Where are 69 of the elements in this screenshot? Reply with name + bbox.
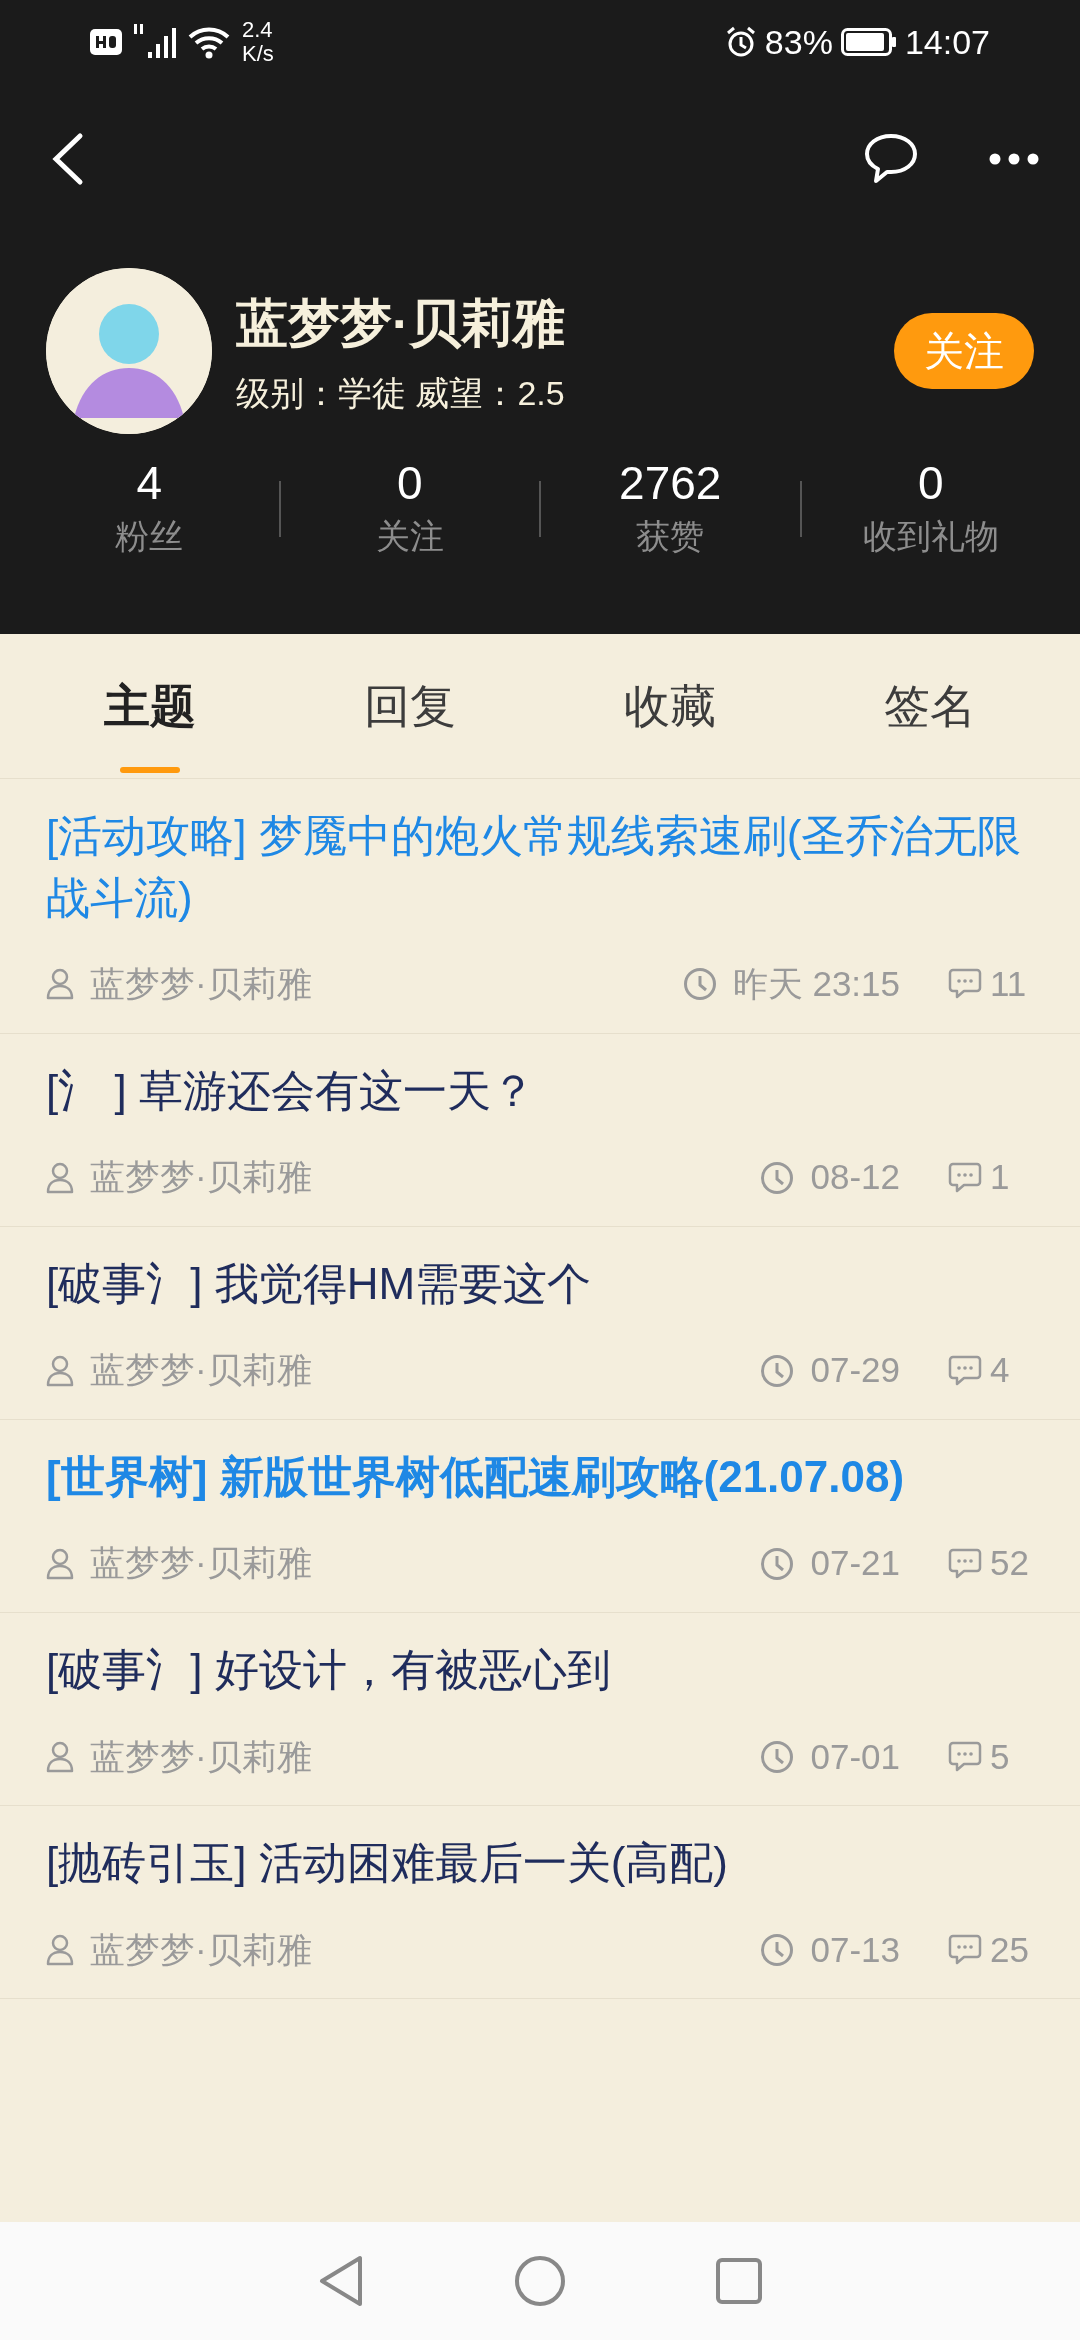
user-level-info: 级别：学徒 威望：2.5 [236, 372, 566, 414]
post-time: 07-21 [810, 1542, 900, 1585]
post-author: 蓝梦梦·贝莉雅 [90, 1542, 312, 1585]
comment-icon [948, 1354, 982, 1387]
stat-value: 0 [917, 456, 944, 511]
post-time: 07-13 [810, 1928, 900, 1971]
user-icon [46, 968, 74, 1001]
reply-count: 1 [990, 1156, 1010, 1199]
battery-icon [840, 28, 897, 56]
username: 蓝梦梦·贝莉雅 [236, 292, 567, 354]
stat-label: 粉丝 [115, 516, 184, 558]
chat-bubble-icon[interactable] [864, 133, 918, 185]
tab[interactable]: 签名 [884, 671, 976, 741]
post-author: 蓝梦梦·贝莉雅 [90, 1156, 312, 1199]
reply-count: 52 [990, 1542, 1029, 1585]
nav-home-icon[interactable] [514, 2255, 566, 2307]
clock-icon [760, 1353, 795, 1388]
post-author: 蓝梦梦·贝莉雅 [90, 963, 312, 1006]
stat-label: 收到礼物 [862, 516, 999, 558]
comment-icon [948, 968, 982, 1001]
user-icon [46, 1547, 74, 1580]
stat-value: 2762 [619, 456, 722, 511]
post-author: 蓝梦梦·贝莉雅 [90, 1349, 312, 1392]
wifi-icon [188, 25, 230, 59]
clock-icon [682, 967, 717, 1002]
comment-icon [948, 1547, 982, 1580]
post-author: 蓝梦梦·贝莉雅 [90, 1735, 312, 1778]
post-title[interactable]: [破事氵] 好设计，有被恶心到 [46, 1638, 1034, 1701]
clock-icon [760, 1932, 795, 1967]
post-time: 07-01 [810, 1735, 900, 1778]
user-icon [46, 1354, 74, 1387]
reply-count: 5 [990, 1735, 1010, 1778]
user-icon [46, 1933, 74, 1966]
clock-icon [760, 1160, 795, 1195]
avatar[interactable] [46, 268, 212, 434]
nav-recents-icon[interactable] [716, 2258, 762, 2304]
post-time: 昨天 23:15 [732, 963, 900, 1006]
reply-count: 11 [990, 963, 1027, 1006]
post-author: 蓝梦梦·贝莉雅 [90, 1928, 312, 1971]
stat-value: 0 [396, 456, 423, 511]
stat-label: 获赞 [636, 516, 705, 558]
stat-value: 4 [136, 456, 163, 511]
post-time: 07-29 [810, 1349, 900, 1392]
post-time: 08-12 [810, 1156, 900, 1199]
comment-icon [948, 1933, 982, 1966]
reply-count: 25 [990, 1928, 1029, 1971]
user-icon [46, 1161, 74, 1194]
hd-icon [90, 29, 122, 55]
comment-icon [948, 1740, 982, 1773]
tab[interactable]: 收藏 [624, 671, 716, 741]
network-speed-unit: K/s [242, 42, 274, 67]
clock-icon [760, 1546, 795, 1581]
reply-count: 4 [990, 1349, 1010, 1392]
tab[interactable]: 主题 [104, 671, 196, 741]
alarm-icon [724, 26, 757, 58]
more-icon[interactable] [988, 152, 1040, 166]
battery-percent: 83% [764, 21, 833, 63]
stat-label: 关注 [375, 516, 444, 558]
post-title[interactable]: [氵 ] 草游还会有这一天？ [46, 1059, 1034, 1122]
comment-icon [948, 1161, 982, 1194]
nav-back-icon[interactable] [318, 2254, 364, 2308]
user-icon [46, 1740, 74, 1773]
post-title[interactable]: [抛砖引玉] 活动困难最后一关(高配) [46, 1832, 1034, 1894]
clock-time: 14:07 [904, 21, 990, 63]
network-speed-value: 2.4 [242, 17, 274, 42]
post-title[interactable]: [破事氵] 我觉得HM需要这个 [46, 1252, 1034, 1315]
tab-underline [120, 766, 180, 773]
tab[interactable]: 回复 [364, 671, 456, 741]
clock-icon [760, 1739, 795, 1774]
